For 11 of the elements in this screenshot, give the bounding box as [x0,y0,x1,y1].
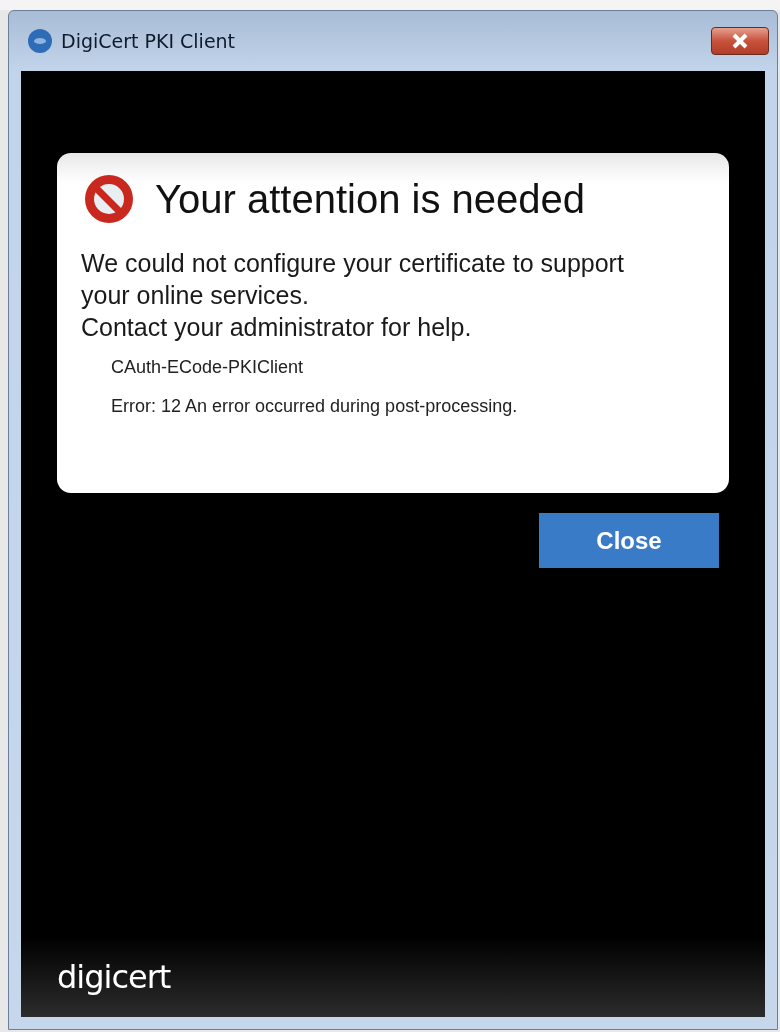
prohibited-icon [83,173,135,225]
error-detail: CAuth-ECode-PKIClient [111,357,305,378]
logo: digicert [57,958,171,996]
message-text: Contact your administrator for help. [81,312,473,343]
error-detail: Error: 12 An error occurred during post-processing. [111,396,519,417]
close-icon[interactable] [711,27,769,55]
window-title: DigiCert PKI Client [61,30,237,52]
app-icon [27,28,53,54]
alert-title: Your attention is needed [155,176,585,222]
message-text: We could not configure your certificate to support your online services. [81,248,625,311]
close-button[interactable]: Close [539,513,719,568]
